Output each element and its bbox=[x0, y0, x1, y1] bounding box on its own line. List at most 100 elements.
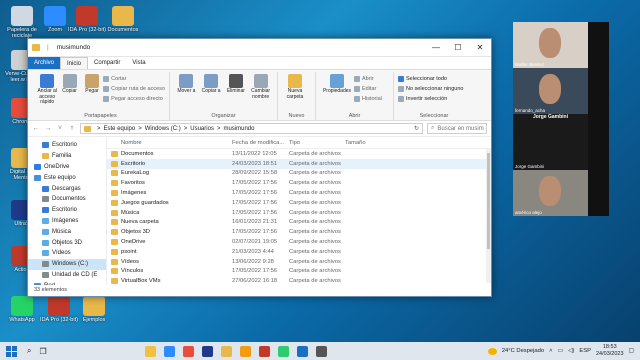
history-label: Historial bbox=[362, 95, 382, 102]
app-icon bbox=[48, 296, 70, 316]
nav-item[interactable]: Familia bbox=[28, 151, 106, 162]
notifications-icon[interactable]: ▢ bbox=[629, 348, 634, 354]
desktop-icon[interactable]: WhatsApp bbox=[3, 296, 41, 323]
column-name[interactable]: Nombre bbox=[107, 140, 229, 146]
nav-item[interactable]: Descargas bbox=[28, 183, 106, 194]
nav-item[interactable]: OneDrive bbox=[28, 162, 106, 173]
file-row[interactable]: OneDrive 02/07/2021 19:05 Carpeta de archi… bbox=[107, 237, 491, 247]
minimize-button[interactable]: — bbox=[425, 43, 447, 52]
up-arrow-icon[interactable]: ↑ bbox=[68, 125, 76, 132]
taskbar-app-icon[interactable] bbox=[296, 345, 308, 357]
desktop-icon[interactable]: IDA Pro (32-bit) bbox=[68, 6, 106, 33]
nav-item[interactable]: Windows (C:) bbox=[28, 258, 106, 270]
column-date[interactable]: Fecha de modifica... bbox=[229, 140, 286, 146]
taskbar-app-icon[interactable] bbox=[182, 345, 194, 357]
nav-item-icon bbox=[42, 239, 49, 246]
file-row[interactable]: Objetos 3D 17/05/2022 17:56 Carpeta de arc… bbox=[107, 227, 491, 237]
file-row[interactable]: Música 17/05/2022 17:56 Carpeta de archivo… bbox=[107, 208, 491, 218]
taskbar-app-icon[interactable] bbox=[201, 345, 213, 357]
video-tile[interactable]: américo alejo bbox=[513, 170, 588, 216]
nav-item[interactable]: Vídeos bbox=[28, 248, 106, 259]
file-row[interactable]: Imágenes 17/05/2022 17:56 Carpeta de archi… bbox=[107, 188, 491, 198]
nav-item-label: Imágenes bbox=[52, 217, 79, 224]
copy-path-button[interactable]: Copiar ruta de acceso bbox=[103, 84, 165, 93]
column-type[interactable]: Tipo bbox=[286, 140, 342, 146]
file-row[interactable]: Vínculos 17/05/2022 17:56 Carpeta de archi… bbox=[107, 267, 491, 277]
clock[interactable]: 18:53 24/03/2023 bbox=[596, 344, 624, 357]
breadcrumb-item[interactable]: Este equipo bbox=[104, 126, 136, 132]
search-icon[interactable]: ⌕ bbox=[27, 346, 31, 356]
taskbar-app-icon[interactable] bbox=[239, 345, 251, 357]
column-size[interactable]: Tamaño bbox=[342, 140, 382, 146]
breadcrumb-item[interactable]: musimundo bbox=[223, 126, 254, 132]
breadcrumb-item[interactable]: Usuarios bbox=[190, 126, 214, 132]
cut-label: Cortar bbox=[111, 75, 127, 82]
clock-date: 24/03/2023 bbox=[595, 351, 624, 357]
taskbar-app-icon[interactable] bbox=[144, 345, 156, 357]
refresh-icon[interactable]: ↻ bbox=[414, 125, 422, 132]
taskbar-app-icon[interactable] bbox=[163, 345, 175, 357]
task-view-icon[interactable]: ❐ bbox=[39, 347, 46, 356]
history-button[interactable]: Historial bbox=[354, 94, 382, 103]
weather-text[interactable]: 24°C Despejado bbox=[502, 348, 544, 354]
nav-item[interactable]: Escritorio bbox=[28, 205, 106, 216]
windows-icon[interactable] bbox=[6, 345, 17, 357]
tab-compartir[interactable]: Compartir bbox=[88, 57, 126, 69]
cut-button[interactable]: Cortar bbox=[103, 74, 165, 83]
video-tile[interactable]: fernando_acha bbox=[513, 68, 588, 114]
file-row[interactable]: Documentos 13/11/2022 12:05 Carpeta de arc… bbox=[107, 149, 491, 159]
nav-item[interactable]: Unidad de CD (E bbox=[28, 270, 106, 281]
nav-item[interactable]: Este equipo bbox=[28, 172, 106, 183]
network-icon[interactable]: ▭ bbox=[558, 348, 563, 354]
close-button[interactable]: ✕ bbox=[469, 43, 491, 52]
tab-inicio[interactable]: Inicio bbox=[60, 57, 89, 69]
file-row[interactable]: EurekaLog 28/09/2022 15:58 Carpeta de arch… bbox=[107, 169, 491, 179]
volume-icon[interactable]: ◁) bbox=[568, 348, 574, 354]
file-list-header: Nombre Fecha de modifica... Tipo Tamaño bbox=[107, 137, 491, 149]
desktop-icon[interactable]: IDA Pro (32-bit) bbox=[40, 296, 78, 323]
select-none-button[interactable]: No seleccionar ninguno bbox=[398, 84, 463, 93]
taskbar-app-icon[interactable] bbox=[220, 345, 232, 357]
file-row[interactable]: Favoritos 17/05/2022 17:56 Carpeta de arch… bbox=[107, 178, 491, 188]
ribbon: Anclar al acceso rápido Copiar Pegar Cor… bbox=[28, 69, 491, 121]
paste-shortcut-button[interactable]: Pegar acceso directo bbox=[103, 94, 165, 103]
video-tile[interactable]: Walter Benitez bbox=[513, 22, 588, 68]
taskbar-app-icon[interactable] bbox=[277, 345, 289, 357]
scrollbar-thumb[interactable] bbox=[487, 153, 490, 249]
nav-item[interactable]: Imágenes bbox=[28, 216, 106, 227]
nav-item[interactable]: Música bbox=[28, 226, 106, 237]
file-row[interactable]: Juegos guardados 17/05/2022 17:56 Carpeta … bbox=[107, 198, 491, 208]
tab-archivo[interactable]: Archivo bbox=[28, 57, 61, 69]
search-input[interactable]: ⌕ Buscar en musim bbox=[427, 123, 487, 134]
forward-arrow-icon[interactable]: → bbox=[44, 125, 52, 132]
file-row[interactable]: VirtualBox VMs 27/06/2022 16:18 Carpeta de… bbox=[107, 276, 491, 285]
title-bar[interactable]: | musimundo — ☐ ✕ bbox=[28, 39, 491, 57]
nav-item[interactable]: Objetos 3D bbox=[28, 237, 106, 248]
edit-button[interactable]: Editar bbox=[354, 84, 382, 93]
tab-vista[interactable]: Vista bbox=[126, 57, 151, 69]
select-all-button[interactable]: Seleccionar todo bbox=[398, 74, 463, 83]
file-row[interactable]: Escritorio 24/03/2023 18:51 Carpeta de arc… bbox=[107, 158, 491, 169]
breadcrumb-item[interactable]: Windows (C:) bbox=[145, 126, 181, 132]
address-bar[interactable]: > Este equipo > Windows (C:) > Usuarios … bbox=[80, 123, 423, 134]
nav-item-label: Red bbox=[44, 283, 55, 285]
recent-locations-icon[interactable]: ˅ bbox=[56, 125, 64, 132]
nav-item[interactable]: Red bbox=[28, 280, 106, 285]
invert-selection-button[interactable]: Invertir selección bbox=[398, 94, 463, 103]
desktop-icon[interactable]: Ejemplos bbox=[75, 296, 113, 323]
nav-item[interactable]: Documentos bbox=[28, 194, 106, 205]
maximize-button[interactable]: ☐ bbox=[447, 43, 469, 52]
taskbar-app-icon[interactable] bbox=[258, 345, 270, 357]
language-indicator[interactable]: ESP bbox=[579, 348, 591, 354]
open-button[interactable]: Abrir bbox=[354, 74, 382, 83]
back-arrow-icon[interactable]: ← bbox=[32, 125, 40, 132]
video-tile[interactable]: Jorge Gambini bbox=[513, 124, 588, 170]
chevron-up-icon[interactable]: ˄ bbox=[549, 348, 552, 354]
vertical-scrollbar[interactable] bbox=[486, 149, 491, 283]
desktop-icon[interactable]: Documentos bbox=[104, 6, 142, 33]
file-row[interactable]: Vídeos 13/06/2022 9:28 Carpeta de archivos bbox=[107, 257, 491, 267]
taskbar-app-icon[interactable] bbox=[315, 345, 327, 357]
nav-item[interactable]: Escritorio bbox=[28, 140, 106, 151]
file-row[interactable]: psoint 21/03/2023 4:44 Carpeta de archivos bbox=[107, 247, 491, 257]
file-row[interactable]: Nueva carpeta 16/01/2023 21:31 Carpeta de … bbox=[107, 218, 491, 228]
